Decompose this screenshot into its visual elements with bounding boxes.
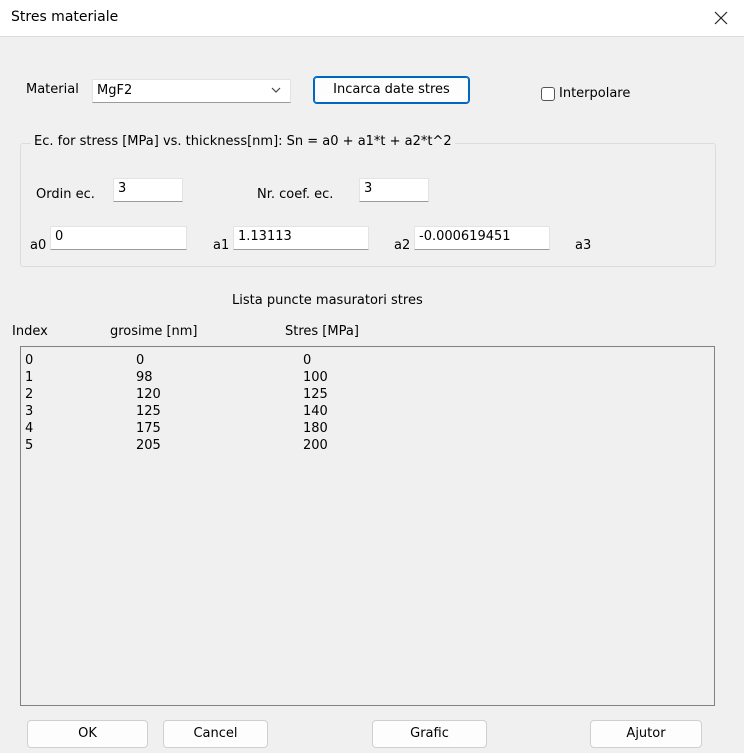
a0-label: a0 <box>30 238 47 253</box>
row-stress: 180 <box>303 421 328 436</box>
interpolate-label: Interpolare <box>559 86 631 101</box>
material-select[interactable]: MgF2 <box>92 79 291 103</box>
interpolate-checkbox[interactable] <box>541 87 555 101</box>
list-row[interactable]: 3 125 140 <box>21 404 714 421</box>
row-stress: 140 <box>303 404 328 419</box>
list-row[interactable]: 1 98 100 <box>21 370 714 387</box>
a1-input[interactable]: 1.13113 <box>233 226 369 250</box>
row-thickness: 175 <box>136 421 161 436</box>
equation-legend: Ec. for stress [MPa] vs. thickness[nm]: … <box>31 134 455 149</box>
list-title: Lista puncte masuratori stres <box>232 293 423 308</box>
order-label: Ordin ec. <box>36 187 95 202</box>
coef-count-label: Nr. coef. ec. <box>257 187 334 202</box>
list-row[interactable]: 0 0 0 <box>21 353 714 370</box>
row-thickness: 120 <box>136 387 161 402</box>
material-selected-value: MgF2 <box>97 83 133 98</box>
a3-label: a3 <box>575 238 592 253</box>
order-input[interactable]: 3 <box>113 178 183 202</box>
cancel-button[interactable]: Cancel <box>163 720 268 748</box>
chevron-down-icon <box>271 87 281 93</box>
row-index: 3 <box>25 404 34 419</box>
row-thickness: 0 <box>136 353 145 368</box>
list-row[interactable]: 5 205 200 <box>21 438 714 455</box>
row-index: 4 <box>25 421 34 436</box>
stres-materiale-dialog: Stres materiale Material MgF2 Incarca da… <box>0 0 744 753</box>
list-row[interactable]: 4 175 180 <box>21 421 714 438</box>
title-bar[interactable]: Stres materiale <box>0 0 744 37</box>
chart-button[interactable]: Grafic <box>372 720 487 748</box>
column-header-thickness: grosime [nm] <box>110 324 198 339</box>
window-title: Stres materiale <box>11 9 119 25</box>
coef-count-input[interactable]: 3 <box>359 178 429 202</box>
row-index: 0 <box>25 353 34 368</box>
a0-input[interactable]: 0 <box>50 226 187 250</box>
column-header-stress: Stres [MPa] <box>285 324 359 339</box>
column-header-index: Index <box>12 324 48 339</box>
row-index: 1 <box>25 370 34 385</box>
row-index: 2 <box>25 387 34 402</box>
close-icon <box>714 11 728 25</box>
row-stress: 100 <box>303 370 328 385</box>
a2-input[interactable]: -0.000619451 <box>414 226 550 250</box>
measurement-listbox[interactable]: 0 0 0 1 98 100 2 120 125 3 125 140 4 175… <box>20 346 715 706</box>
close-button[interactable] <box>698 0 744 36</box>
row-stress: 125 <box>303 387 328 402</box>
row-stress: 200 <box>303 438 328 453</box>
material-label: Material <box>26 82 79 97</box>
load-stress-data-button[interactable]: Incarca date stres <box>313 76 470 104</box>
row-stress: 0 <box>303 353 312 368</box>
row-thickness: 205 <box>136 438 161 453</box>
row-thickness: 98 <box>136 370 153 385</box>
help-button[interactable]: Ajutor <box>590 720 702 748</box>
a1-label: a1 <box>213 238 230 253</box>
ok-button[interactable]: OK <box>27 720 148 748</box>
list-row[interactable]: 2 120 125 <box>21 387 714 404</box>
a2-label: a2 <box>394 238 411 253</box>
row-thickness: 125 <box>136 404 161 419</box>
row-index: 5 <box>25 438 34 453</box>
